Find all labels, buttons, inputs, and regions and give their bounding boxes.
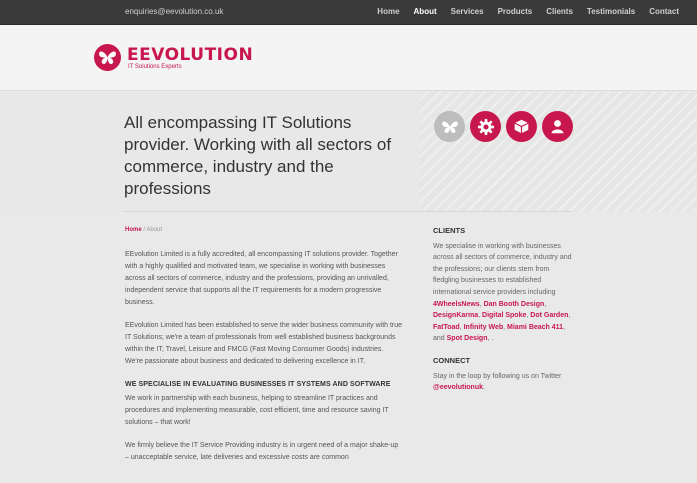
nav-about[interactable]: About [414, 7, 437, 16]
butterfly-logo-icon[interactable] [94, 44, 121, 71]
logo-wordmark[interactable]: EEVOLUTION [127, 45, 253, 65]
clients-end: . [491, 335, 494, 343]
nav-services[interactable]: Services [451, 7, 484, 16]
logo-tagline: IT Solutions Experts [128, 64, 182, 70]
about-paragraph-4: We firmly believe the IT Service Providi… [125, 442, 399, 461]
nav-home[interactable]: Home [377, 7, 399, 16]
main-content: EEvolution Limited is a fully accredited… [125, 249, 403, 475]
breadcrumb-current: About [146, 227, 163, 233]
top-bar: enquiries@eevolution.co.uk Home About Se… [0, 0, 697, 25]
clients-text: We specialise in working with businesses… [433, 242, 572, 343]
box-icon[interactable] [506, 111, 537, 142]
nav-products[interactable]: Products [498, 7, 533, 16]
nav-testimonials[interactable]: Testimonials [587, 7, 635, 16]
twitter-link[interactable]: @eevolutionuk [433, 384, 483, 391]
about-paragraph-2: EEvolution Limited has been established … [125, 322, 403, 365]
breadcrumb-separator: / [143, 227, 146, 233]
nav-contact[interactable]: Contact [649, 7, 679, 16]
client-link[interactable]: Miami Beach 411 [507, 324, 563, 331]
breadcrumb-home-link[interactable]: Home [125, 227, 142, 233]
connect-text: Stay in the loop by following us on Twit… [433, 371, 573, 394]
clients-and: and [433, 335, 445, 343]
client-link[interactable]: DesignKarma [433, 312, 478, 319]
about-paragraph-3: We work in partnership with each busines… [125, 395, 389, 426]
content-divider [124, 211, 572, 212]
gear-icon[interactable] [470, 111, 501, 142]
butterfly-icon[interactable] [434, 111, 465, 142]
connect-heading: CONNECT [433, 355, 471, 365]
section-heading: WE SPECIALISE IN EVALUATING BUSINESSES I… [125, 381, 391, 388]
clients-block: CLIENTS We specialise in working with bu… [433, 225, 573, 345]
client-link[interactable]: Infinity Web [464, 324, 504, 331]
nav-clients[interactable]: Clients [546, 7, 573, 16]
client-link[interactable]: Spot Design [447, 335, 488, 342]
user-icon[interactable] [542, 111, 573, 142]
contact-email-link[interactable]: enquiries@eevolution.co.uk [125, 7, 223, 16]
client-link[interactable]: Dot Garden [530, 312, 568, 319]
service-icons [434, 111, 573, 142]
page-title: All encompassing IT Solutions provider. … [124, 113, 392, 198]
about-paragraph-1: EEvolution Limited is a fully accredited… [125, 251, 398, 306]
client-link[interactable]: FatToad [433, 324, 460, 331]
sidebar: CLIENTS We specialise in working with bu… [433, 225, 573, 404]
client-link[interactable]: Dan Booth Design [484, 301, 545, 308]
connect-end: . [483, 384, 485, 392]
connect-description: Stay in the loop by following us on Twit… [433, 372, 562, 380]
clients-heading: CLIENTS [433, 226, 466, 235]
connect-block: CONNECT Stay in the loop by following us… [433, 355, 573, 394]
client-link[interactable]: Digital Spoke [482, 312, 526, 319]
top-navigation: Home About Services Products Clients Tes… [363, 7, 679, 16]
clients-description: We specialise in working with businesses… [433, 242, 572, 296]
breadcrumb: Home / About [125, 227, 162, 233]
client-link[interactable]: 4WheelsNews [433, 301, 480, 308]
